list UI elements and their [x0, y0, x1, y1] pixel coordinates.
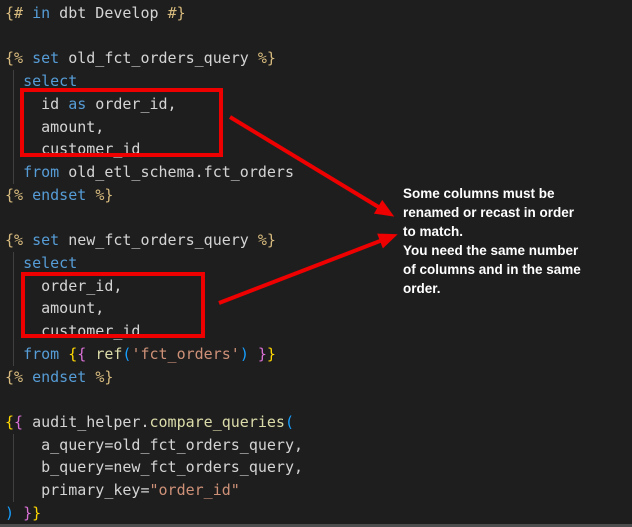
code-token: ref: [95, 345, 122, 363]
indent-guide: [13, 116, 14, 139]
code-token: old_fct_orders_query: [59, 49, 258, 67]
code-line[interactable]: {% set old_fct_orders_query %}: [5, 47, 632, 70]
code-token: [5, 163, 23, 181]
code-token: set: [32, 49, 59, 67]
code-token: [86, 368, 95, 386]
code-token: [23, 368, 32, 386]
code-line[interactable]: amount,: [5, 116, 632, 139]
code-token: select: [23, 72, 77, 90]
code-line[interactable]: [5, 25, 632, 48]
indent-guide: [13, 252, 14, 275]
code-line[interactable]: [5, 388, 632, 411]
code-token: %}: [95, 368, 113, 386]
code-token: {: [77, 345, 86, 363]
code-token: {%: [5, 49, 23, 67]
code-line[interactable]: primary_key="order_id": [5, 479, 632, 502]
code-token: {: [14, 413, 23, 431]
indent-guide: [13, 275, 14, 298]
code-token: primary_key=: [5, 481, 150, 499]
code-token: 'fct_orders': [131, 345, 239, 363]
code-token: dbt Develop: [50, 4, 167, 22]
code-line[interactable]: b_query=new_fct_orders_query,: [5, 456, 632, 479]
code-token: [5, 254, 23, 272]
code-token: {%: [5, 368, 23, 386]
code-token: amount,: [5, 299, 104, 317]
code-token: (: [285, 413, 294, 431]
code-line[interactable]: customer_id: [5, 138, 632, 161]
code-token: }: [258, 345, 267, 363]
code-token: %}: [258, 231, 276, 249]
indent-guide: [13, 343, 14, 366]
code-line[interactable]: amount,: [5, 297, 632, 320]
code-token: from: [23, 345, 59, 363]
indent-guide: [13, 456, 14, 479]
code-token: [23, 231, 32, 249]
annotation-note: Some columns must be renamed or recast i…: [403, 184, 618, 298]
code-line[interactable]: from {{ ref('fct_orders') }}: [5, 343, 632, 366]
code-line[interactable]: customer_id: [5, 320, 632, 343]
indent-guide: [13, 434, 14, 457]
code-line[interactable]: id as order_id,: [5, 93, 632, 116]
indent-guide: [13, 70, 14, 93]
code-token: [5, 72, 23, 90]
code-token: %}: [95, 186, 113, 204]
code-token: [14, 504, 23, 522]
code-token: [249, 345, 258, 363]
indent-guide: [13, 479, 14, 502]
code-token: amount,: [5, 118, 104, 136]
indent-guide: [13, 93, 14, 116]
code-token: [86, 186, 95, 204]
code-token: ): [240, 345, 249, 363]
code-line[interactable]: from old_etl_schema.fct_orders: [5, 161, 632, 184]
code-token: as: [68, 95, 86, 113]
indent-guide: [13, 297, 14, 320]
code-line[interactable]: {% endset %}: [5, 366, 632, 389]
code-token: {%: [5, 186, 23, 204]
code-token: [5, 345, 23, 363]
code-token: old_etl_schema.fct_orders: [59, 163, 294, 181]
code-token: ): [5, 504, 14, 522]
code-token: }: [32, 504, 41, 522]
code-token: {#: [5, 4, 23, 22]
code-token: "order_id": [150, 481, 240, 499]
code-token: select: [23, 254, 77, 272]
indent-guide: [13, 320, 14, 343]
code-token: [23, 49, 32, 67]
code-token: [59, 345, 68, 363]
code-line[interactable]: a_query=old_fct_orders_query,: [5, 434, 632, 457]
code-token: customer_id: [5, 140, 140, 158]
code-token: [23, 186, 32, 204]
code-token: %}: [258, 49, 276, 67]
code-token: audit_helper.: [23, 413, 149, 431]
code-token: [23, 4, 32, 22]
indent-guide: [13, 138, 14, 161]
code-token: in: [32, 4, 50, 22]
code-line[interactable]: ) }}: [5, 502, 632, 525]
code-token: set: [32, 231, 59, 249]
code-token: }: [267, 345, 276, 363]
code-token: {%: [5, 231, 23, 249]
code-line[interactable]: {# in dbt Develop #}: [5, 2, 632, 25]
code-token: endset: [32, 368, 86, 386]
code-token: order_id,: [5, 277, 122, 295]
code-token: #}: [168, 4, 186, 22]
code-token: a_query=old_fct_orders_query,: [5, 436, 303, 454]
code-token: from: [23, 163, 59, 181]
code-token: [86, 345, 95, 363]
code-token: customer_id: [5, 322, 140, 340]
code-token: order_id,: [86, 95, 176, 113]
code-token: id: [5, 95, 68, 113]
code-line[interactable]: select: [5, 70, 632, 93]
indent-guide: [13, 161, 14, 184]
code-line[interactable]: {{ audit_helper.compare_queries(: [5, 411, 632, 434]
code-token: endset: [32, 186, 86, 204]
code-token: new_fct_orders_query: [59, 231, 258, 249]
code-token: b_query=new_fct_orders_query,: [5, 458, 303, 476]
code-token: {: [68, 345, 77, 363]
code-token: }: [23, 504, 32, 522]
code-token: {: [5, 413, 14, 431]
code-token: compare_queries: [150, 413, 285, 431]
